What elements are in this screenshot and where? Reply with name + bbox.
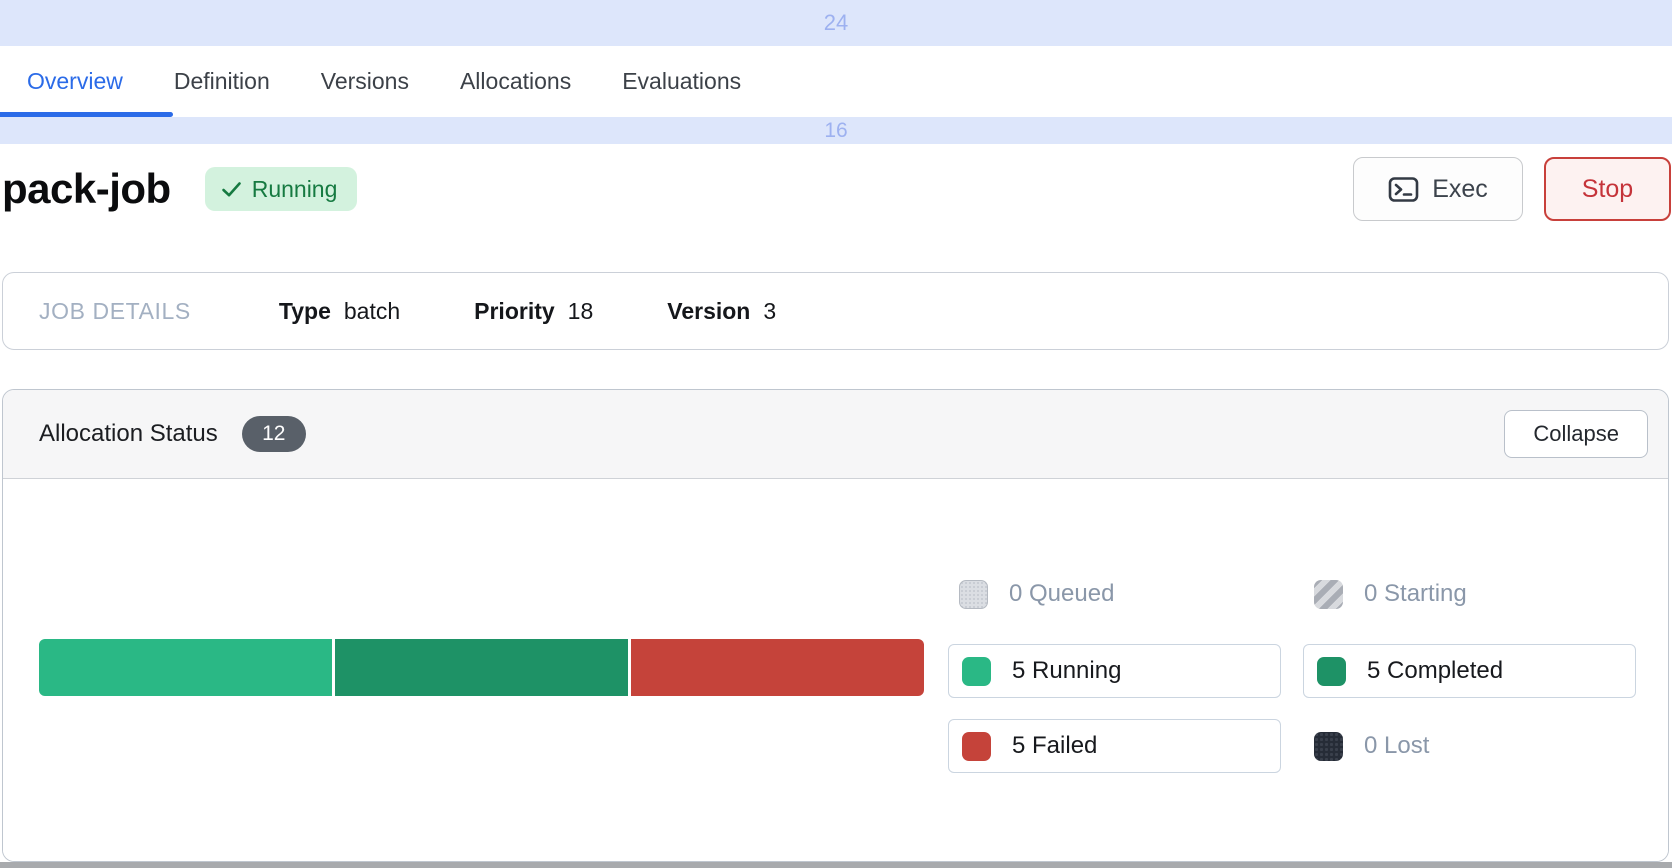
job-details-heading: JOB DETAILS bbox=[39, 298, 191, 325]
allocation-status-title: Allocation Status bbox=[39, 420, 218, 448]
legend-item-starting: 0 Starting bbox=[1303, 579, 1636, 609]
stop-button-label: Stop bbox=[1582, 175, 1633, 204]
job-detail-label: Type bbox=[279, 298, 331, 325]
legend-row: 5 Failed 0 Lost bbox=[948, 719, 1638, 773]
job-details-card: JOB DETAILS Type batch Priority 18 Version 3 bbox=[2, 272, 1669, 350]
exec-button[interactable]: Exec bbox=[1353, 157, 1523, 221]
tab-bar: Overview Definition Versions Allocations Eva… bbox=[0, 46, 1672, 117]
lost-swatch-icon bbox=[1314, 732, 1343, 761]
spacing-value-mid: 16 bbox=[824, 119, 847, 143]
job-detail-type: Type batch bbox=[279, 298, 400, 325]
stop-button[interactable]: Stop bbox=[1544, 157, 1671, 221]
failed-swatch-icon bbox=[962, 732, 991, 761]
allocation-count-badge: 12 bbox=[242, 416, 306, 452]
legend-label: 5 Failed bbox=[1012, 732, 1097, 760]
bottom-edge-strip bbox=[0, 862, 1672, 868]
status-badge-label: Running bbox=[252, 176, 338, 203]
allocation-stacked-bar bbox=[39, 639, 924, 696]
legend-item-queued: 0 Queued bbox=[948, 579, 1281, 609]
allocation-status-body: 0 Queued0 Starting5 Running5 Completed5 … bbox=[3, 479, 1668, 862]
collapse-button[interactable]: Collapse bbox=[1504, 410, 1648, 458]
job-detail-label: Version bbox=[667, 298, 750, 325]
legend-row: 5 Running 5 Completed bbox=[948, 644, 1638, 698]
legend-label: 0 Lost bbox=[1364, 732, 1429, 760]
status-badge: Running bbox=[205, 167, 358, 211]
job-header: pack-job Running bbox=[2, 156, 357, 222]
tab-evaluations[interactable]: Evaluations bbox=[622, 68, 741, 95]
completed-swatch-icon bbox=[1317, 657, 1346, 686]
job-detail-label: Priority bbox=[474, 298, 555, 325]
starting-swatch-icon bbox=[1314, 580, 1343, 609]
legend-label: 5 Completed bbox=[1367, 657, 1503, 685]
job-detail-priority: Priority 18 bbox=[474, 298, 593, 325]
check-icon bbox=[221, 181, 242, 198]
spacing-annotation-top: 24 bbox=[0, 0, 1672, 46]
tab-definition[interactable]: Definition bbox=[174, 68, 270, 95]
job-detail-value: batch bbox=[344, 298, 400, 325]
allocation-status-panel: Allocation Status 12 Collapse 0 Queued0 … bbox=[2, 389, 1669, 862]
legend-item-failed[interactable]: 5 Failed bbox=[948, 719, 1281, 773]
collapse-button-label: Collapse bbox=[1533, 421, 1619, 447]
tab-overview[interactable]: Overview bbox=[27, 68, 123, 95]
bar-segment-completed[interactable] bbox=[335, 639, 628, 696]
legend-item-running[interactable]: 5 Running bbox=[948, 644, 1281, 698]
bar-segment-running[interactable] bbox=[39, 639, 332, 696]
job-detail-value: 18 bbox=[568, 298, 594, 325]
legend-label: 5 Running bbox=[1012, 657, 1121, 685]
spacing-annotation-mid: 16 bbox=[0, 117, 1672, 144]
tab-allocations[interactable]: Allocations bbox=[460, 68, 571, 95]
allocation-status-header: Allocation Status 12 Collapse bbox=[3, 390, 1668, 479]
job-details-fields: Type batch Priority 18 Version 3 bbox=[279, 298, 776, 325]
legend-item-lost: 0 Lost bbox=[1303, 719, 1636, 773]
legend-item-completed[interactable]: 5 Completed bbox=[1303, 644, 1636, 698]
allocation-legend: 0 Queued0 Starting5 Running5 Completed5 … bbox=[948, 579, 1638, 773]
job-detail-version: Version 3 bbox=[667, 298, 776, 325]
queued-swatch-icon bbox=[959, 580, 988, 609]
terminal-icon bbox=[1388, 176, 1419, 203]
legend-row: 0 Queued 0 Starting bbox=[948, 579, 1638, 609]
legend-label: 0 Queued bbox=[1009, 580, 1114, 608]
page-title: pack-job bbox=[2, 165, 171, 213]
legend-label: 0 Starting bbox=[1364, 580, 1467, 608]
running-swatch-icon bbox=[962, 657, 991, 686]
tab-versions[interactable]: Versions bbox=[321, 68, 409, 95]
job-detail-value: 3 bbox=[763, 298, 776, 325]
spacing-value-top: 24 bbox=[824, 10, 848, 36]
bar-segment-failed[interactable] bbox=[631, 639, 924, 696]
exec-button-label: Exec bbox=[1432, 175, 1488, 204]
